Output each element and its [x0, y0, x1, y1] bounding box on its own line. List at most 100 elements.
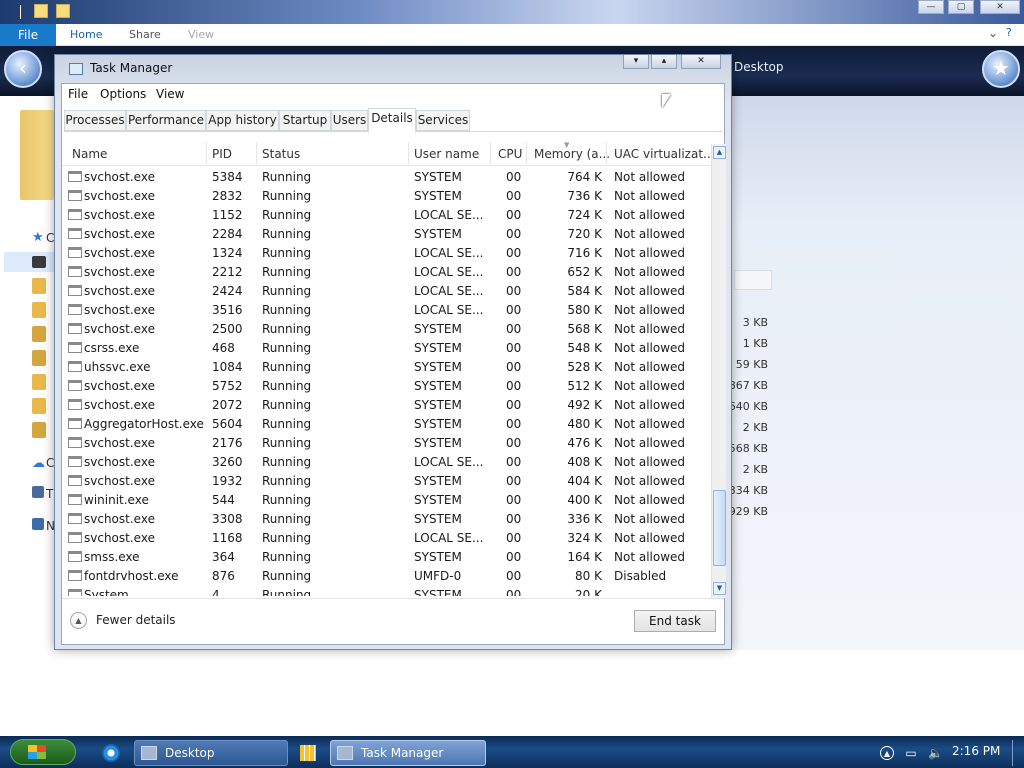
arrow-down-icon[interactable]: ▼: [713, 582, 726, 595]
column-header-pid[interactable]: PID: [212, 147, 232, 161]
quick-access-icon[interactable]: ★: [32, 230, 46, 246]
column-divider[interactable]: [526, 142, 527, 164]
menu-file[interactable]: File: [68, 87, 88, 101]
nav-label[interactable]: T: [46, 487, 53, 501]
table-row[interactable]: svchost.exe 1152 Running LOCAL SE... 00 724 K…: [62, 205, 710, 224]
uac-cell: Not allowed: [614, 550, 686, 564]
network-icon[interactable]: ▭: [904, 746, 918, 760]
column-header-cpu[interactable]: CPU: [498, 147, 522, 161]
minimize-button[interactable]: ▾: [623, 55, 649, 69]
help-icon[interactable]: ?: [1006, 26, 1012, 39]
task-manager-icon: [337, 746, 353, 760]
ribbon-tab-file[interactable]: File: [0, 24, 56, 46]
maximize-button[interactable]: ▴: [651, 55, 677, 69]
onedrive-icon[interactable]: ☁: [32, 456, 46, 472]
folder-icon[interactable]: [32, 398, 46, 414]
volume-muted-icon[interactable]: 🔈: [928, 746, 943, 760]
ribbon-tab-share[interactable]: Share: [129, 28, 161, 41]
network-icon[interactable]: [32, 518, 44, 530]
tab-startup[interactable]: Startup: [279, 110, 331, 131]
back-button[interactable]: ‹: [4, 50, 42, 88]
table-row[interactable]: System 4 Running SYSTEM 00 20 K: [62, 585, 710, 596]
column-divider[interactable]: [606, 142, 607, 164]
table-row[interactable]: csrss.exe 468 Running SYSTEM 00 548 K Not allo…: [62, 338, 710, 357]
column-header-name[interactable]: Name: [72, 147, 107, 161]
apps-icon[interactable]: [300, 745, 316, 761]
column-divider[interactable]: [256, 142, 257, 164]
table-row[interactable]: svchost.exe 2832 Running SYSTEM 00 736 K Not a…: [62, 186, 710, 205]
ribbon-tab-view[interactable]: View: [188, 28, 214, 41]
tab-users[interactable]: Users: [331, 110, 368, 131]
table-row[interactable]: svchost.exe 2176 Running SYSTEM 00 476 K Not a…: [62, 433, 710, 452]
process-name-cell: svchost.exe: [84, 170, 155, 184]
clock[interactable]: 2:16 PM: [952, 744, 1000, 758]
table-row[interactable]: AggregatorHost.exe 5604 Running SYSTEM 00 480…: [62, 414, 710, 433]
tab-performance[interactable]: Performance: [126, 110, 206, 131]
column-header-uac[interactable]: UAC virtualizat...: [614, 147, 714, 161]
close-button[interactable]: ✕: [681, 55, 721, 69]
minimize-button[interactable]: —: [918, 0, 944, 14]
save-icon[interactable]: [34, 4, 48, 18]
column-header-user-name[interactable]: User name: [414, 147, 479, 161]
explorer-search-button[interactable]: ★: [982, 50, 1020, 88]
process-window-icon: [68, 551, 82, 562]
table-row[interactable]: fontdrvhost.exe 876 Running UMFD-0 00 80 K Dis…: [62, 566, 710, 585]
table-row[interactable]: svchost.exe 5384 Running SYSTEM 00 764 K Not a…: [62, 167, 710, 186]
table-row[interactable]: svchost.exe 3308 Running SYSTEM 00 336 K Not a…: [62, 509, 710, 528]
show-desktop-button[interactable]: [1012, 740, 1020, 766]
scrollbar-thumb[interactable]: [713, 490, 726, 566]
taskbar-item-desktop[interactable]: Desktop: [134, 740, 288, 766]
table-row[interactable]: svchost.exe 5752 Running SYSTEM 00 512 K Not a…: [62, 376, 710, 395]
column-header-memory[interactable]: Memory (a...: [534, 147, 610, 161]
desktop-nav-icon[interactable]: [32, 256, 46, 268]
expand-ribbon-icon[interactable]: ⌄: [988, 26, 998, 40]
task-manager-titlebar[interactable]: Task Manager ▾ ▴ ✕: [55, 55, 731, 83]
column-divider[interactable]: [408, 142, 409, 164]
folder-icon[interactable]: [32, 278, 46, 294]
folder-icon[interactable]: [32, 326, 46, 342]
tab-app-history[interactable]: App history: [206, 110, 279, 131]
table-row[interactable]: svchost.exe 2072 Running SYSTEM 00 492 K Not a…: [62, 395, 710, 414]
table-row[interactable]: svchost.exe 1324 Running LOCAL SE... 00 716 K…: [62, 243, 710, 262]
end-task-button[interactable]: End task: [634, 610, 716, 632]
vertical-scrollbar[interactable]: ▲ ▼: [711, 144, 726, 598]
cpu-cell: 00: [506, 588, 522, 596]
music-folder-icon[interactable]: [32, 350, 46, 366]
fewer-details-label[interactable]: Fewer details: [96, 613, 176, 627]
folder-icon[interactable]: [32, 422, 46, 438]
selected-nav-row[interactable]: [4, 252, 56, 272]
folder-icon[interactable]: [32, 302, 46, 318]
menu-options[interactable]: Options: [100, 87, 146, 101]
menu-view[interactable]: View: [156, 87, 184, 101]
search-box[interactable]: [734, 270, 772, 290]
table-row[interactable]: svchost.exe 1932 Running SYSTEM 00 404 K Not a…: [62, 471, 710, 490]
table-row[interactable]: uhssvc.exe 1084 Running SYSTEM 00 528 K Not al…: [62, 357, 710, 376]
tab-services[interactable]: Services: [416, 110, 470, 131]
chevron-up-icon[interactable]: ▲: [70, 612, 87, 629]
table-row[interactable]: smss.exe 364 Running SYSTEM 00 164 K Not allow…: [62, 547, 710, 566]
column-header-status[interactable]: Status: [262, 147, 300, 161]
tab-details[interactable]: Details: [368, 108, 416, 133]
ribbon-tab-home[interactable]: Home: [70, 28, 102, 41]
table-row[interactable]: svchost.exe 2500 Running SYSTEM 00 568 K Not a…: [62, 319, 710, 338]
show-hidden-icons-icon[interactable]: ▲: [880, 746, 894, 760]
table-row[interactable]: svchost.exe 3260 Running LOCAL SE... 00 408 K…: [62, 452, 710, 471]
table-row[interactable]: svchost.exe 1168 Running LOCAL SE... 00 324 K…: [62, 528, 710, 547]
folder-icon[interactable]: [32, 374, 46, 390]
arrow-up-icon[interactable]: ▲: [713, 146, 726, 159]
this-pc-icon[interactable]: [32, 486, 44, 498]
address-breadcrumb[interactable]: Desktop: [734, 60, 784, 74]
maximize-button[interactable]: ▢: [948, 0, 974, 14]
close-button[interactable]: ✕: [980, 0, 1020, 14]
table-row[interactable]: svchost.exe 2424 Running LOCAL SE... 00 584 K…: [62, 281, 710, 300]
taskbar-item-task-manager[interactable]: Task Manager: [330, 740, 486, 766]
browser-icon[interactable]: [102, 744, 120, 762]
table-row[interactable]: wininit.exe 544 Running SYSTEM 00 400 K Not al…: [62, 490, 710, 509]
tab-processes[interactable]: Processes: [64, 110, 126, 131]
table-row[interactable]: svchost.exe 2284 Running SYSTEM 00 720 K Not a…: [62, 224, 710, 243]
folder-icon[interactable]: [56, 4, 70, 18]
column-divider[interactable]: [206, 142, 207, 164]
table-row[interactable]: svchost.exe 3516 Running LOCAL SE... 00 580 K…: [62, 300, 710, 319]
column-divider[interactable]: [490, 142, 491, 164]
table-row[interactable]: svchost.exe 2212 Running LOCAL SE... 00 652 K…: [62, 262, 710, 281]
